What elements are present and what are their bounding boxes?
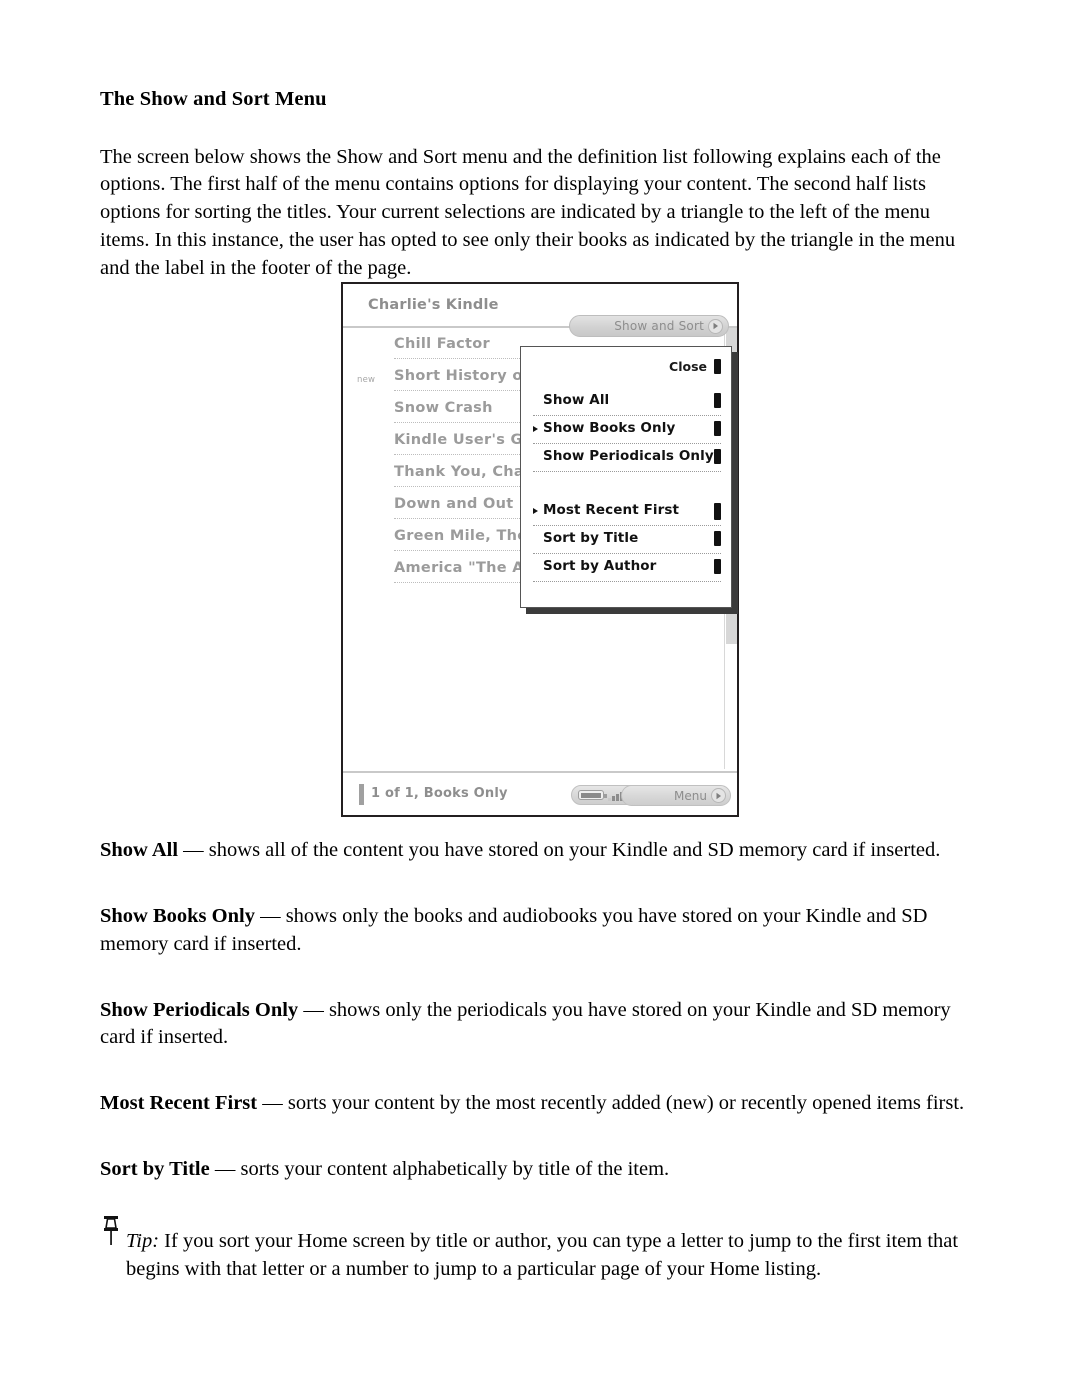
book-title: America "The A	[394, 560, 524, 576]
book-title: Thank You, Cha	[394, 464, 524, 480]
show-and-sort-label: Show and Sort	[614, 319, 704, 333]
device-name: Charlie's Kindle	[368, 297, 499, 313]
menu-item-label: Sort by Author	[543, 558, 657, 574]
menu-button[interactable]: Menu	[621, 785, 731, 806]
dotted-rule	[533, 443, 721, 444]
definition-dash: —	[257, 1092, 288, 1115]
select-key-icon	[714, 393, 721, 408]
selected-triangle-icon	[533, 426, 538, 432]
new-badge: new	[357, 375, 376, 385]
book-title: Down and Out i	[394, 496, 525, 512]
definition-sort-by-title: Sort by Title — sorts your content alpha…	[100, 1156, 980, 1184]
definition-description: sorts your content alphabetically by tit…	[240, 1157, 670, 1180]
menu-group-separator	[521, 473, 731, 499]
select-key-icon	[714, 503, 721, 520]
dotted-rule	[533, 581, 721, 582]
book-title: Chill Factor	[394, 336, 491, 352]
intro-paragraph: The screen below shows the Show and Sort…	[100, 145, 956, 279]
definition-dash: —	[178, 839, 209, 862]
tip-text: If you sort your Home screen by title or…	[126, 1229, 959, 1280]
show-and-sort-menu: Close Show All Show Books Only Show Peri…	[520, 346, 732, 608]
menu-item-sort-by-title[interactable]: Sort by Title	[533, 527, 721, 555]
chevron-right-icon	[711, 788, 726, 803]
document-page: The Show and Sort Menu The screen below …	[0, 0, 1080, 1397]
definition-most-recent-first: Most Recent First — sorts your content b…	[100, 1090, 980, 1118]
close-menu-button[interactable]: Close	[669, 359, 721, 374]
definition-dash: —	[298, 998, 329, 1021]
footer-status-text: 1 of 1, Books Only	[371, 786, 508, 801]
tip-block: Tip: If you sort your Home screen by tit…	[100, 1215, 980, 1284]
book-title: Snow Crash	[394, 400, 493, 416]
select-key-icon	[714, 449, 721, 464]
menu-item-label: Show All	[543, 392, 610, 408]
definition-show-books-only: Show Books Only — shows only the books a…	[100, 903, 980, 959]
pushpin-icon	[104, 1215, 118, 1245]
battery-icon	[578, 790, 607, 800]
menu-items: Show All Show Books Only Show Periodical…	[521, 389, 731, 583]
dotted-rule	[533, 525, 721, 526]
definition-term: Show Books Only	[100, 905, 255, 928]
footer-indicator-bar	[359, 784, 364, 805]
dotted-rule	[533, 471, 721, 472]
menu-item-label: Sort by Title	[543, 530, 639, 546]
dotted-rule	[533, 553, 721, 554]
menu-button-label: Menu	[674, 788, 707, 803]
show-and-sort-button[interactable]: Show and Sort	[569, 315, 729, 337]
definition-term: Show Periodicals Only	[100, 998, 299, 1021]
definition-term: Show All	[100, 839, 179, 862]
kindle-footer: 1 of 1, Books Only Menu	[343, 771, 737, 815]
menu-item-label: Show Books Only	[543, 420, 676, 436]
book-title: Kindle User's G	[394, 432, 523, 448]
book-title: Green Mile, The	[394, 528, 528, 544]
definition-show-all: Show All — shows all of the content you …	[100, 837, 980, 865]
select-key-icon	[714, 531, 721, 546]
close-label: Close	[669, 359, 707, 374]
selected-triangle-icon	[533, 508, 538, 514]
menu-item-sort-by-author[interactable]: Sort by Author	[533, 555, 721, 583]
definition-term: Sort by Title	[100, 1157, 210, 1180]
select-key-icon	[714, 359, 721, 374]
page-title: The Show and Sort Menu	[100, 88, 327, 110]
chevron-right-icon	[708, 318, 723, 334]
menu-item-label: Most Recent First	[543, 502, 680, 518]
definition-dash: —	[254, 905, 286, 928]
definition-list: Show All — shows all of the content you …	[100, 837, 980, 1183]
menu-item-label: Show Periodicals Only	[543, 448, 714, 464]
definition-dash: —	[209, 1157, 241, 1180]
menu-item-show-all[interactable]: Show All	[533, 389, 721, 417]
definition-description: sorts your content by the most recently …	[287, 1092, 965, 1115]
select-key-icon	[714, 421, 721, 436]
definition-term: Most Recent First	[100, 1092, 258, 1115]
dotted-rule	[533, 415, 721, 416]
menu-item-most-recent-first[interactable]: Most Recent First	[533, 499, 721, 527]
kindle-screen: Charlie's Kindle Show and Sort Chill Fac…	[341, 282, 739, 817]
definition-description: shows all of the content you have stored…	[208, 839, 941, 862]
menu-item-show-periodicals-only[interactable]: Show Periodicals Only	[533, 445, 721, 473]
definition-show-periodicals-only: Show Periodicals Only — shows only the p…	[100, 997, 980, 1053]
select-key-icon	[714, 559, 721, 574]
menu-item-show-books-only[interactable]: Show Books Only	[533, 417, 721, 445]
kindle-screenshot-figure: Charlie's Kindle Show and Sort Chill Fac…	[341, 282, 739, 817]
tip-label: Tip:	[126, 1229, 160, 1252]
book-title: Short History of	[394, 368, 530, 384]
